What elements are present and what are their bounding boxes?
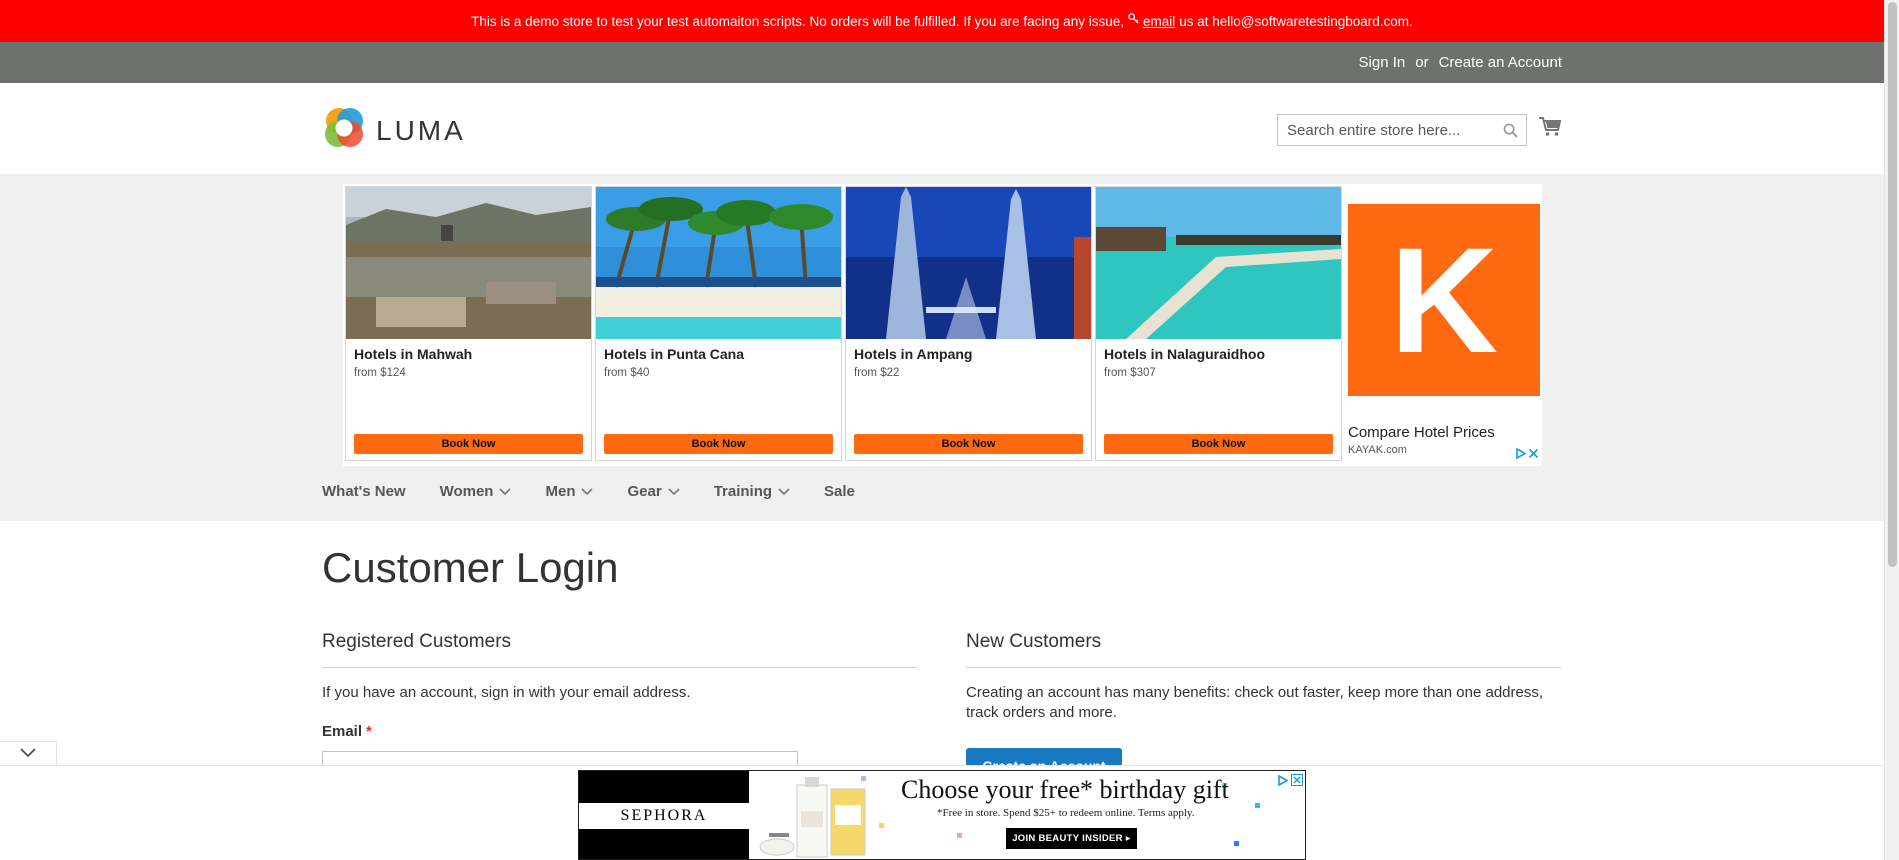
close-ad-icon[interactable] — [1528, 446, 1539, 464]
search-icon[interactable] — [1503, 123, 1518, 143]
kayak-domain: KAYAK.com — [1348, 444, 1407, 456]
hotel-price: from $124 — [354, 367, 406, 379]
kayak-card[interactable]: K Compare Hotel Prices KAYAK.com — [1343, 184, 1542, 466]
product-image — [759, 777, 866, 858]
book-now-button[interactable]: Book Now — [354, 434, 583, 454]
hotel-image-ampang — [846, 187, 1091, 339]
ad-choices — [1277, 773, 1303, 791]
new-customers-title: New Customers — [966, 631, 1102, 652]
confetti — [1255, 803, 1260, 808]
chevron-down-icon — [20, 745, 36, 763]
new-customers-text: Creating an account has many benefits: c… — [966, 684, 1544, 721]
kayak-ad-banner[interactable]: Hotels in Mahwah from $124 Book Now Hote… — [343, 184, 1542, 466]
chevron-down-icon — [668, 483, 680, 500]
confetti — [879, 823, 884, 828]
sephora-logo: SEPHORA — [579, 803, 749, 829]
hotel-name: Hotels in Punta Cana — [604, 346, 745, 362]
hotel-image-nalaguraidhoo — [1096, 187, 1341, 339]
confetti — [1234, 841, 1239, 846]
hotel-card-nalaguraidhoo[interactable]: Hotels in Nalaguraidhoo from $307 Book N… — [1095, 186, 1342, 461]
nav-label: Training — [713, 482, 773, 500]
nav-item-sale[interactable]: Sale — [824, 483, 855, 500]
nav-item-women[interactable]: Women — [440, 483, 512, 500]
confetti — [861, 776, 866, 781]
new-customers-divider — [966, 667, 1561, 668]
panel-header: Sign In or Create an Account — [0, 42, 1884, 83]
email-link[interactable]: email — [1143, 14, 1175, 29]
nav-label: Women — [439, 482, 494, 500]
hotel-card-ampang[interactable]: Hotels in Ampang from $22 Book Now — [845, 186, 1092, 461]
chevron-down-icon — [778, 483, 790, 500]
kayak-title: Compare Hotel Prices — [1348, 424, 1495, 441]
chevron-down-icon — [581, 483, 594, 500]
header-links: Sign In or Create an Account — [1359, 42, 1562, 83]
luma-logo-icon — [322, 106, 366, 155]
hotel-card-punta-cana[interactable]: Hotels in Punta Cana from $40 Book Now — [595, 186, 842, 461]
registered-customers-title: Registered Customers — [322, 631, 512, 652]
create-account-link[interactable]: Create an Account — [1439, 54, 1562, 71]
or-separator: or — [1415, 54, 1429, 71]
nav-label: What's New — [322, 482, 406, 500]
confetti — [957, 833, 962, 838]
nav-item-gear[interactable]: Gear — [627, 482, 680, 500]
logo-text: LUMA — [376, 114, 466, 146]
book-now-button[interactable]: Book Now — [604, 434, 833, 454]
sephora-logo-area: SEPHORA — [579, 771, 749, 859]
sephora-headline: Choose your free* birthday gift — [901, 775, 1229, 804]
chevron-down-icon — [499, 483, 512, 500]
ad-and-nav-band: Hotels in Mahwah from $124 Book Now Hote… — [0, 174, 1884, 521]
search-input[interactable] — [1278, 115, 1488, 145]
hotel-card-mahwah[interactable]: Hotels in Mahwah from $124 Book Now — [345, 186, 592, 461]
page-scrollbar[interactable] — [1884, 0, 1899, 860]
ad-choices — [1515, 446, 1539, 464]
book-now-button[interactable]: Book Now — [1104, 434, 1333, 454]
scrollbar-thumb[interactable] — [1888, 2, 1897, 567]
search-box — [1277, 114, 1527, 146]
registered-intro: If you have an account, sign in with you… — [322, 684, 691, 701]
page-title: Customer Login — [322, 544, 619, 591]
main-navigation: What's New Women Men Gear Training Sale — [322, 478, 889, 504]
nav-item-whats-new[interactable]: What's New — [322, 483, 406, 500]
hotel-image-punta-cana — [596, 187, 841, 339]
adchoices-icon[interactable] — [1515, 446, 1527, 464]
email-label-text: Email — [322, 723, 363, 740]
kayak-logo: K — [1348, 204, 1540, 396]
hotel-name: Hotels in Mahwah — [354, 346, 473, 362]
join-beauty-insider-button[interactable]: JOIN BEAUTY INSIDER ▸ — [1006, 828, 1137, 849]
hotel-price: from $307 — [1104, 367, 1156, 379]
sephora-fine-print: *Free in store. Spend $25+ to redeem onl… — [937, 807, 1195, 819]
close-ad-icon[interactable] — [1291, 773, 1303, 791]
luma-logo[interactable]: LUMA — [322, 106, 466, 155]
demo-notice-bar: This is a demo store to test your test a… — [0, 0, 1884, 42]
nav-label: Gear — [627, 482, 662, 500]
hotel-name: Hotels in Ampang — [854, 346, 973, 362]
demo-notice-text: This is a demo store to test your test a… — [471, 13, 1124, 29]
hotel-price: from $22 — [854, 367, 900, 379]
required-asterisk: * — [366, 723, 372, 740]
adchoices-icon[interactable] — [1277, 773, 1289, 791]
email-label: Email * — [322, 723, 372, 740]
cart-icon[interactable] — [1538, 116, 1562, 143]
hotel-name: Hotels in Nalaguraidhoo — [1104, 346, 1266, 362]
nav-item-men[interactable]: Men — [545, 482, 594, 500]
nav-label: Sale — [824, 482, 855, 500]
key-icon — [1128, 13, 1139, 27]
registered-divider — [322, 667, 917, 668]
hotel-price: from $40 — [604, 367, 650, 379]
book-now-button[interactable]: Book Now — [854, 434, 1083, 454]
hotel-image-mahwah — [346, 187, 591, 339]
collapse-ad-toggle[interactable] — [0, 741, 57, 766]
demo-notice-text-after: us at hello@softwaretestingboard.com. — [1179, 13, 1413, 29]
nav-item-training[interactable]: Training — [714, 483, 790, 500]
nav-label: Men — [545, 482, 576, 500]
sign-in-link[interactable]: Sign In — [1359, 54, 1406, 71]
sephora-ad[interactable]: SEPHORA Choose your free* birthday gift … — [578, 770, 1306, 860]
header: LUMA — [0, 83, 1884, 174]
